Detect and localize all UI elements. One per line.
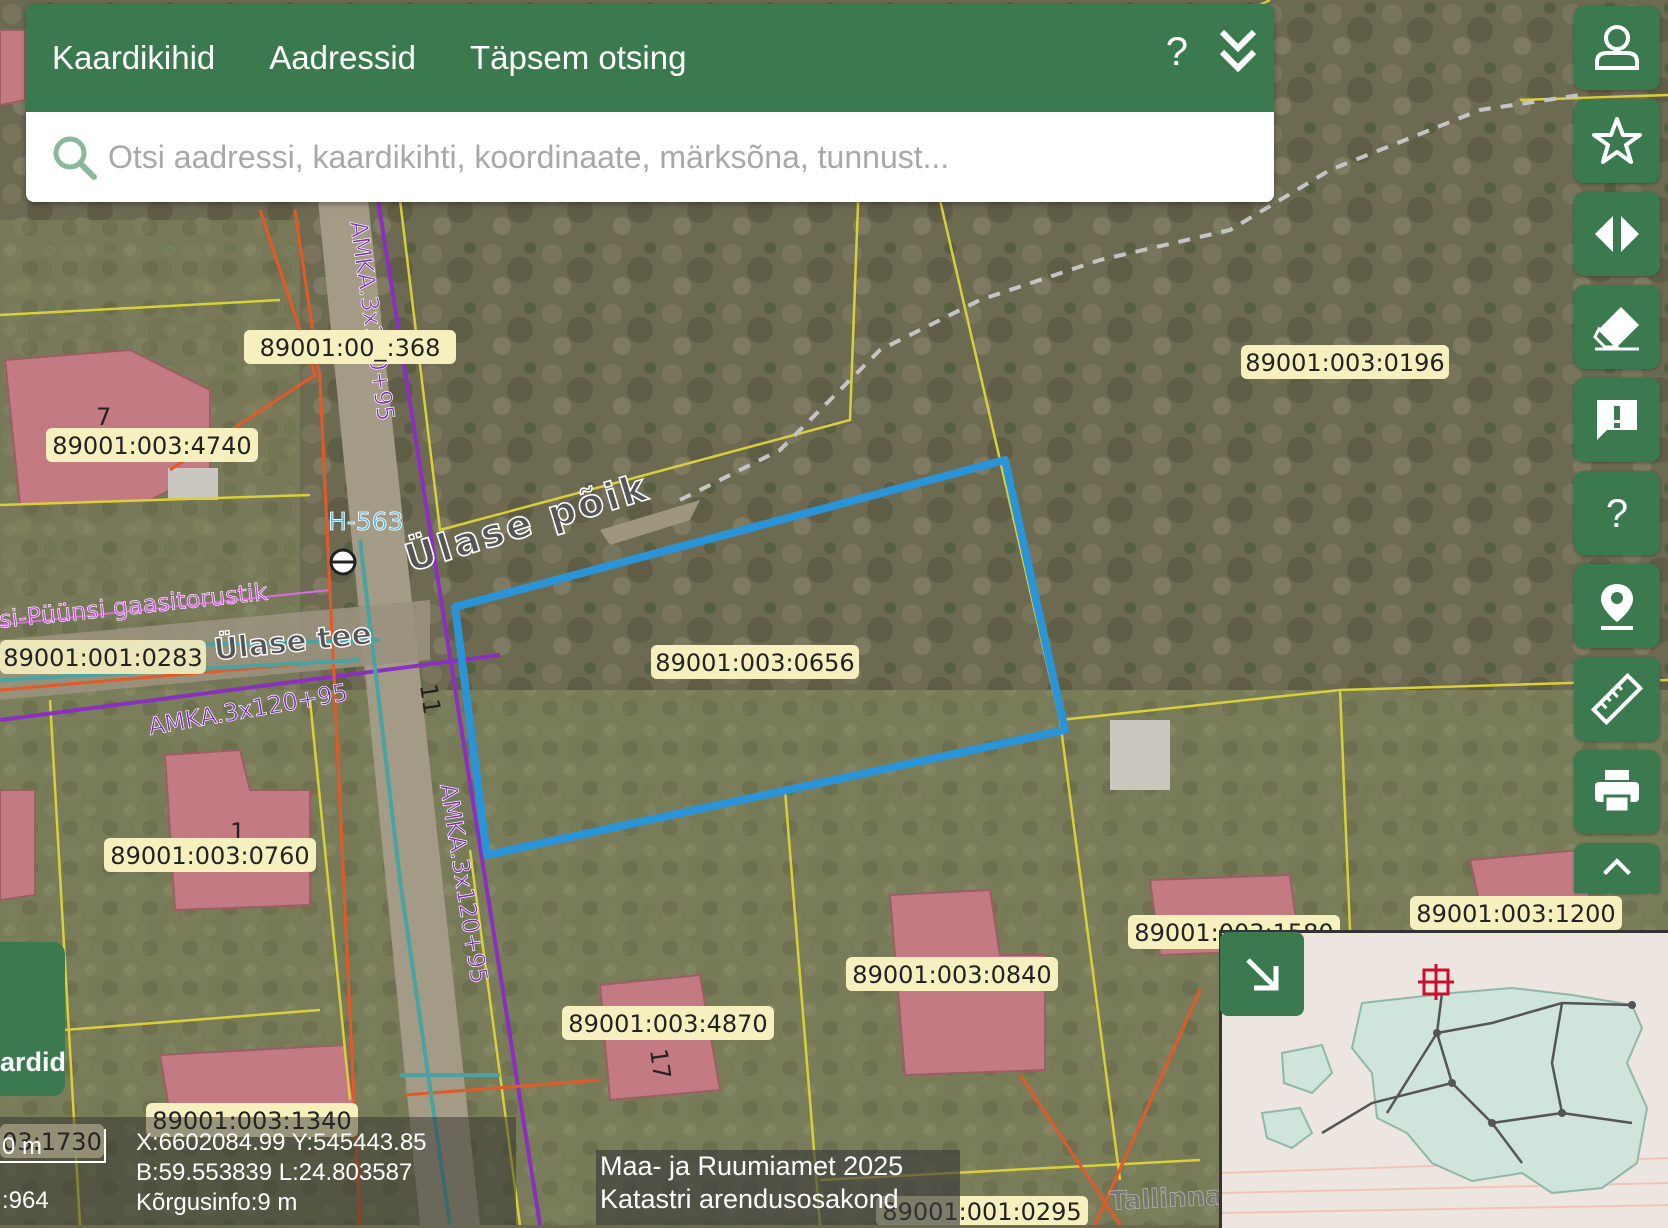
arrow-down-right-icon: [1246, 958, 1279, 991]
height-info: Kõrgusinfo:9 m: [136, 1189, 298, 1216]
parcel-label-0656[interactable]: 89001:003:0656: [651, 645, 859, 679]
print-icon: [1595, 770, 1639, 814]
print-button[interactable]: [1574, 750, 1660, 834]
svg-text:89001:00_:368: 89001:00_:368: [260, 334, 441, 362]
collapse-toolbar-button[interactable]: [1574, 843, 1660, 893]
svg-text:89001:003:0656: 89001:003:0656: [655, 649, 854, 677]
svg-text:89001:003:0196: 89001:003:0196: [1245, 349, 1444, 377]
search-panel: Kaardikihid Aadressid Täpsem otsing ?: [26, 4, 1274, 202]
compare-icon: [1595, 216, 1639, 252]
house-number: 11: [414, 682, 446, 716]
feedback-button[interactable]: [1574, 378, 1660, 462]
current-location-marker: [1418, 964, 1454, 1000]
search-input[interactable]: [106, 137, 1210, 177]
ruler-icon: [1591, 673, 1643, 725]
parcel-label-0283[interactable]: 89001:001:0283: [0, 640, 206, 674]
feedback-icon: [1597, 400, 1637, 440]
chevron-up-icon: [1603, 858, 1631, 876]
coordinate-readout: X:6602084.99 Y:545443.85 B:59.553839 L:2…: [124, 1117, 516, 1225]
attribution-line-1: Maa- ja Ruumiamet 2025: [600, 1151, 904, 1181]
measure-button[interactable]: [1574, 657, 1660, 741]
help-icon: ?: [1606, 492, 1628, 536]
help-button[interactable]: ?: [1166, 30, 1188, 75]
user-icon: [1595, 25, 1639, 70]
parcel-label-0196[interactable]: 89001:003:0196: [1241, 345, 1449, 379]
house-number: 17: [644, 1047, 676, 1081]
eraser-icon: [1593, 307, 1639, 351]
svg-text:89001:003:1200: 89001:003:1200: [1416, 900, 1615, 928]
parcel-label-1200[interactable]: 89001:003:1200: [1410, 896, 1622, 930]
svg-text:89001:001:0283: 89001:001:0283: [3, 644, 202, 672]
xy-coordinates: X:6602084.99 Y:545443.85: [136, 1129, 427, 1156]
overview-toggle-button[interactable]: [1220, 932, 1304, 1016]
search-bar: [26, 112, 1274, 202]
scale-distance: 0 m: [2, 1133, 43, 1160]
parcel-label-4870[interactable]: 89001:003:4870: [562, 1006, 774, 1040]
favorites-button[interactable]: [1574, 99, 1660, 183]
tab-addresses[interactable]: Aadressid: [269, 39, 416, 77]
scale-box: 0 m :964: [0, 1117, 124, 1225]
help-tool-button[interactable]: ?: [1574, 471, 1660, 555]
map-layers-panel-toggle[interactable]: ardid: [0, 942, 67, 1096]
parcel-label-1368[interactable]: 89001:00_:368: [244, 330, 456, 364]
parcel-label-0840[interactable]: 89001:003:0840: [846, 957, 1058, 991]
svg-text:89001:003:0760: 89001:003:0760: [110, 842, 309, 870]
compare-button[interactable]: [1574, 192, 1660, 276]
house-number: 7: [96, 403, 111, 431]
attribution-line-2: Katastri arendusosakond: [600, 1184, 899, 1214]
search-icon[interactable]: [50, 133, 98, 181]
user-button[interactable]: [1574, 6, 1660, 90]
layers-panel-label: ardid: [0, 1047, 67, 1077]
svg-text:?: ?: [1606, 492, 1628, 536]
location-button[interactable]: [1574, 564, 1660, 648]
hydrant-label: H-563: [328, 507, 404, 536]
top-tabs: Kaardikihid Aadressid Täpsem otsing ?: [26, 4, 1274, 112]
double-chevron-down-icon[interactable]: [1214, 26, 1262, 76]
tab-map-layers[interactable]: Kaardikihid: [52, 39, 215, 77]
attribution: Maa- ja Ruumiamet 2025 Katastri arenduso…: [596, 1150, 960, 1225]
svg-text:89001:003:0840: 89001:003:0840: [852, 961, 1051, 989]
scale-ratio: :964: [2, 1187, 49, 1214]
tab-advanced-search[interactable]: Täpsem otsing: [470, 39, 686, 77]
svg-text:89001:003:4870: 89001:003:4870: [568, 1010, 767, 1038]
bl-coordinates: B:59.553839 L:24.803587: [136, 1159, 413, 1186]
right-toolbar: ?: [1574, 6, 1660, 893]
star-icon: [1592, 117, 1642, 164]
clear-button[interactable]: [1574, 285, 1660, 369]
location-pin-icon: [1601, 584, 1633, 630]
svg-text:89001:003:4740: 89001:003:4740: [52, 432, 251, 460]
parcel-label-4740[interactable]: 89001:003:4740: [46, 428, 258, 462]
parcel-label-0760[interactable]: 89001:003:0760: [104, 838, 316, 872]
